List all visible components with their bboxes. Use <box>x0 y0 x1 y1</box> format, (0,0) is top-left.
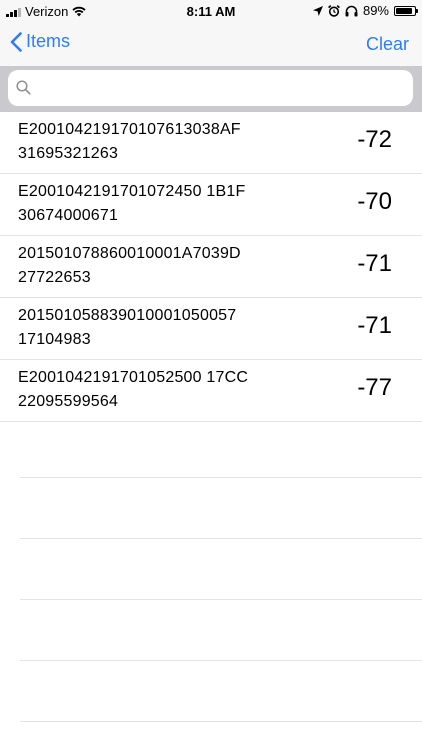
navigation-bar: Items Clear <box>0 22 422 66</box>
location-arrow-icon <box>312 5 323 16</box>
item-id-line1: 201501058839010001050057 <box>18 307 237 324</box>
item-id: E2001042191701052500 17CC 22095599564 <box>18 366 248 414</box>
item-id-line2: 22095599564 <box>18 393 119 410</box>
item-id-line1: E200104219170107613038AF <box>18 121 241 138</box>
item-id-line2: 17104983 <box>18 331 91 348</box>
status-bar: Verizon 8:11 AM 89% <box>0 0 422 22</box>
item-id: E200104219170107613038AF 31695321263 <box>18 118 241 166</box>
item-rssi: -70 <box>357 188 392 215</box>
chevron-left-icon <box>10 31 22 52</box>
empty-row-separator <box>20 721 422 722</box>
item-id-line2: 27722653 <box>18 269 91 286</box>
item-id-line1: E2001042191701072450 1B1F <box>18 183 246 200</box>
empty-row-separator <box>20 477 422 478</box>
search-input[interactable] <box>36 70 410 108</box>
item-rssi: -71 <box>357 312 392 339</box>
item-id-line2: 31695321263 <box>18 145 119 162</box>
empty-row-separator <box>20 660 422 661</box>
item-id-line1: E2001042191701052500 17CC <box>18 369 249 386</box>
alarm-icon <box>328 4 340 17</box>
list-item[interactable]: E2001042191701072450 1B1F 30674000671 -7… <box>0 174 422 236</box>
items-list: E200104219170107613038AF 31695321263 -72… <box>0 112 422 422</box>
headphones-icon <box>345 5 358 16</box>
item-rssi: -72 <box>357 126 392 153</box>
battery-percent: 89% <box>362 3 389 18</box>
status-right: 89% <box>312 3 418 18</box>
search-bar-container <box>0 66 422 112</box>
item-id: 201501058839010001050057 17104983 <box>18 304 236 352</box>
item-id: 201501078860010001A7039D 27722653 <box>18 242 241 290</box>
battery-fill <box>396 7 413 14</box>
list-item[interactable]: E2001042191701052500 17CC 22095599564 -7… <box>0 360 422 422</box>
item-id: E2001042191701072450 1B1F 30674000671 <box>18 180 245 228</box>
battery-icon <box>394 5 418 16</box>
back-button-label: Items <box>26 31 71 51</box>
item-rssi: -71 <box>357 250 392 277</box>
list-item[interactable]: 201501058839010001050057 17104983 -71 <box>0 298 422 360</box>
search-field[interactable] <box>8 70 413 108</box>
item-id-line1: 201501078860010001A7039D <box>18 245 241 262</box>
back-button[interactable]: Items <box>10 31 70 52</box>
search-icon <box>16 80 31 95</box>
item-rssi: -77 <box>357 374 392 401</box>
clear-button[interactable]: Clear <box>366 34 409 55</box>
empty-row-separator <box>20 538 422 539</box>
list-item[interactable]: 201501078860010001A7039D 27722653 -71 <box>0 236 422 298</box>
empty-row-separator <box>20 599 422 600</box>
list-item[interactable]: E200104219170107613038AF 31695321263 -72 <box>0 112 422 174</box>
item-id-line2: 30674000671 <box>18 207 119 224</box>
